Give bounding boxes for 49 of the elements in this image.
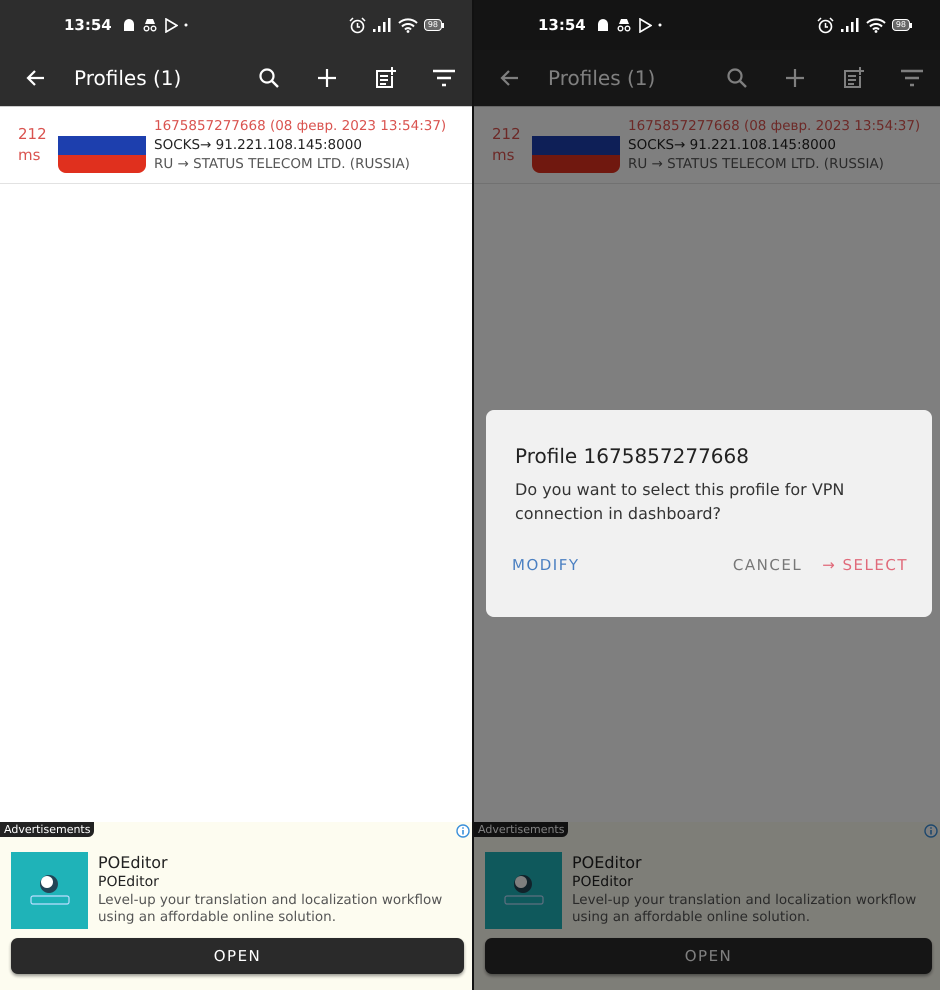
profile-name: 1675857277668 (08 февр. 2023 13:54:37) <box>628 116 920 136</box>
app-icon[interactable] <box>485 852 562 929</box>
battery-icon: 98 <box>892 19 910 31</box>
server-address: SOCKS→ 91.221.108.145:8000 <box>154 136 363 154</box>
server-address: SOCKS→ 91.221.108.145:8000 <box>628 136 837 154</box>
alarm-icon <box>816 16 834 34</box>
cancel-button[interactable]: CANCEL <box>732 552 802 578</box>
dialog-message: Do you want to select this profile for VPN connection in dashboard? <box>515 479 846 525</box>
toolbar-title: Profiles (1) <box>548 66 656 90</box>
info-icon[interactable] <box>456 824 470 838</box>
ad-subtitle: POEditor <box>572 873 634 892</box>
profile-name: 1675857277668 (08 февр. 2023 13:54:37) <box>154 116 446 136</box>
modify-button[interactable]: MODIFY <box>512 552 580 578</box>
server-location: RU → STATUS TELECOM LTD. (RUSSIA) <box>628 154 885 174</box>
status-time: 13:54 <box>538 16 586 34</box>
dot-icon <box>658 23 662 27</box>
toolbar-title: Profiles (1) <box>74 66 182 90</box>
server-location: RU → STATUS TELECOM LTD. (RUSSIA) <box>154 154 411 174</box>
wifi-icon <box>398 18 418 32</box>
incognito-icon <box>142 18 158 32</box>
latency-label: 212 ms <box>18 124 48 166</box>
latency-label: 212 ms <box>492 124 522 166</box>
dot-icon <box>184 23 188 27</box>
ad-subtitle: POEditor <box>98 873 160 892</box>
search-icon[interactable] <box>257 66 281 90</box>
signal-icon <box>840 18 860 32</box>
filter-icon[interactable] <box>432 68 456 88</box>
signal-icon <box>372 18 392 32</box>
open-button[interactable]: OPEN <box>485 938 932 974</box>
alarm-icon <box>348 16 366 34</box>
play-icon <box>164 18 178 32</box>
incognito-icon <box>616 18 632 32</box>
ad-title: POEditor <box>572 852 643 873</box>
plus-icon[interactable] <box>316 67 338 89</box>
select-button[interactable]: → SELECT <box>822 552 908 578</box>
ad-description: Level-up your translation and localization workflow using an affordable online solution. <box>98 892 444 926</box>
app-icon[interactable] <box>11 852 88 929</box>
ad-tag: Advertisements <box>0 822 94 837</box>
battery-icon: 98 <box>424 19 442 31</box>
status-time: 13:54 <box>64 16 112 34</box>
ad-tag: Advertisements <box>474 822 568 837</box>
note-plus-icon[interactable] <box>373 66 397 90</box>
open-button[interactable]: OPEN <box>11 938 464 974</box>
ad-description: Level-up your translation and localization workflow using an affordable online solution. <box>572 892 918 926</box>
info-icon[interactable] <box>924 824 938 838</box>
play-icon <box>638 18 652 32</box>
ad-title: POEditor <box>98 852 169 873</box>
wifi-icon <box>866 18 886 32</box>
dialog-title: Profile 1675857277668 <box>515 444 750 468</box>
